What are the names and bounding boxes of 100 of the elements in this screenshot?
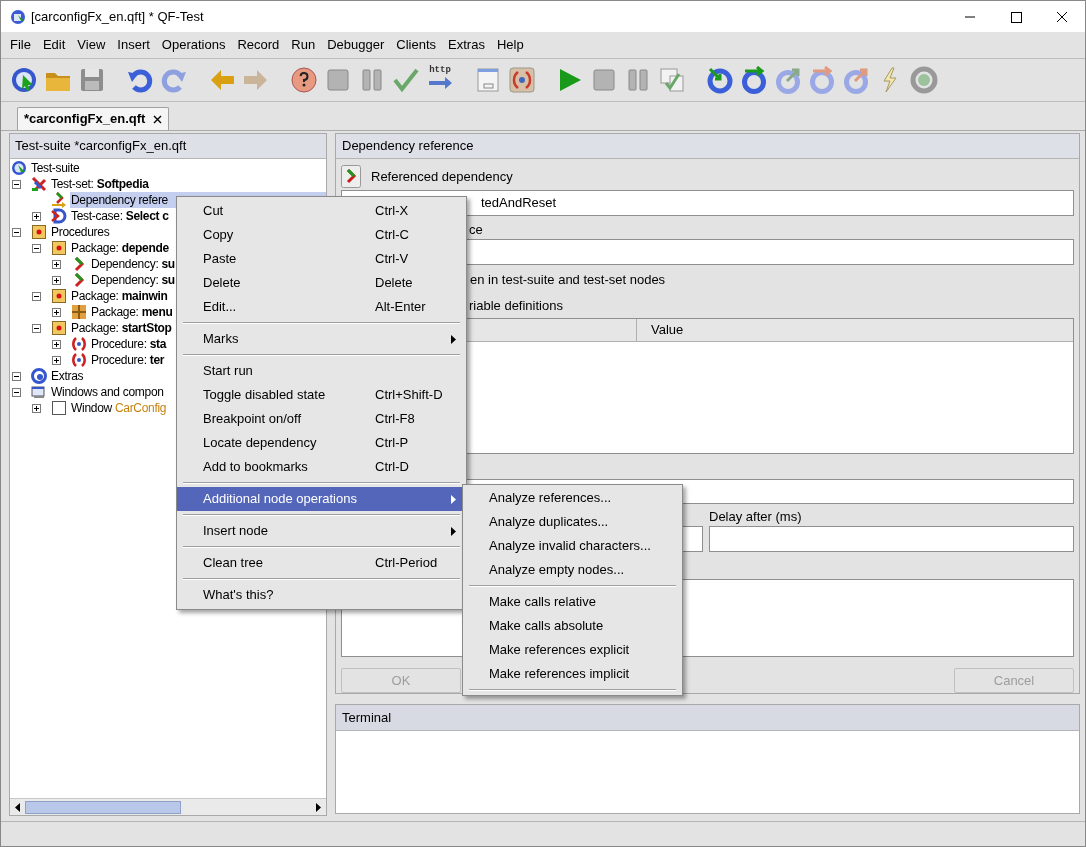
procedure-icon[interactable] <box>508 66 536 94</box>
expand-icon[interactable] <box>32 211 41 221</box>
menu-item[interactable]: Paste Ctrl-V <box>177 247 466 271</box>
menu-item[interactable]: Locate dependency Ctrl-P <box>177 431 466 455</box>
suite-icon[interactable] <box>10 66 38 94</box>
menu-item[interactable]: Help <box>490 32 530 58</box>
expand-icon[interactable] <box>52 355 61 365</box>
package-icon <box>31 224 47 240</box>
menu-item[interactable]: Delete Delete <box>177 271 466 295</box>
menu-item[interactable]: Run <box>285 32 322 58</box>
menu-item[interactable]: Marks <box>177 327 466 351</box>
tree-item[interactable]: Package: menu <box>90 304 174 320</box>
menu-item[interactable]: Record <box>231 32 286 58</box>
menu-item[interactable]: Analyze duplicates... <box>463 510 682 534</box>
menu-item[interactable]: View <box>71 32 112 58</box>
shortcut-text: Alt-Enter <box>375 298 426 317</box>
menu-item[interactable]: Toggle disabled state Ctrl+Shift-D <box>177 383 466 407</box>
tree-item[interactable]: Package: mainwin <box>70 288 169 304</box>
dependency-icon[interactable] <box>341 165 361 188</box>
menu-item[interactable]: Copy Ctrl-C <box>177 223 466 247</box>
step-into-icon[interactable] <box>706 66 734 94</box>
tree-item[interactable]: Windows and compon <box>50 384 165 400</box>
collapse-icon[interactable] <box>32 323 41 333</box>
menu-item[interactable]: Extras <box>442 32 491 58</box>
menu-item[interactable]: Make references explicit <box>463 638 682 662</box>
tree-item[interactable]: Procedures <box>50 224 111 240</box>
undo-icon[interactable] <box>126 66 154 94</box>
expand-icon[interactable] <box>32 403 41 413</box>
stop-icon[interactable] <box>590 66 618 94</box>
right-arrow-icon[interactable] <box>428 76 452 89</box>
tree-item[interactable]: Test-suite <box>30 160 81 176</box>
collapse-icon[interactable] <box>12 179 21 189</box>
menu-item[interactable]: Make calls relative <box>463 590 682 614</box>
tree-item[interactable]: Window CarConfig <box>70 400 168 416</box>
extras-icon <box>31 368 47 384</box>
menu-item[interactable]: Clean tree Ctrl-Period <box>177 551 466 575</box>
tree-item[interactable]: Procedure: ter <box>90 352 166 368</box>
file-tab[interactable]: *carconfigFx_en.qft <box>17 107 170 130</box>
menu-item[interactable]: Edit... Alt-Enter <box>177 295 466 319</box>
menu-item[interactable]: Breakpoint on/off Ctrl-F8 <box>177 407 466 431</box>
collapse-icon[interactable] <box>12 227 21 237</box>
menu-item[interactable]: Add to bookmarks Ctrl-D <box>177 455 466 479</box>
tree-item[interactable]: Test-set: Softpedia <box>50 176 150 192</box>
dependency-reference-icon <box>51 192 67 208</box>
field-label: riable definitions <box>469 297 563 316</box>
test-set-icon <box>31 176 47 192</box>
http-label: http <box>429 65 451 76</box>
help-icon[interactable] <box>290 66 318 94</box>
tree-item[interactable]: Test-case: Select c <box>70 208 170 224</box>
collapse-icon[interactable] <box>12 387 21 397</box>
close-icon[interactable] <box>153 114 163 124</box>
checklist-icon[interactable] <box>658 66 686 94</box>
menu-item[interactable]: Insert node <box>177 519 466 543</box>
tree-item[interactable]: Extras <box>50 368 85 384</box>
record-icon[interactable] <box>910 66 938 94</box>
collapse-icon[interactable] <box>12 371 21 381</box>
panel-title: Terminal <box>336 705 1079 731</box>
menu-item[interactable]: Clients <box>390 32 443 58</box>
tree-item[interactable]: Dependency: su <box>90 272 176 288</box>
menu-item[interactable]: Make calls absolute <box>463 614 682 638</box>
shortcut-text: Ctrl-Period <box>375 554 438 573</box>
menu-item[interactable]: Insert <box>111 32 156 58</box>
shortcut-text: Ctrl-P <box>375 434 409 453</box>
field-value: tedAndReset <box>481 194 557 213</box>
tree-item[interactable]: Package: depende <box>70 240 170 256</box>
menu-item[interactable]: Edit <box>36 32 72 58</box>
shortcut-text: Ctrl-C <box>375 226 409 245</box>
horizontal-scrollbar[interactable] <box>10 798 326 815</box>
checkmark-icon[interactable] <box>392 66 420 94</box>
menu-item[interactable]: Start run <box>177 359 466 383</box>
menu-item[interactable]: Debugger <box>321 32 391 58</box>
dialog-window-icon[interactable] <box>474 66 502 94</box>
expand-icon[interactable] <box>52 259 61 269</box>
procedure-icon <box>71 352 87 368</box>
tree-item[interactable]: Procedure: sta <box>90 336 168 352</box>
menu-item[interactable]: File <box>4 32 37 58</box>
scrollbar-thumb[interactable] <box>25 800 181 814</box>
package-icon <box>51 240 67 256</box>
app-icon <box>10 8 26 25</box>
collapse-icon[interactable] <box>32 243 41 253</box>
tree-item[interactable]: Package: startStop <box>70 320 173 336</box>
menu-item[interactable]: Make references implicit <box>463 662 682 686</box>
menu-item[interactable]: What's this? <box>177 583 466 607</box>
collapse-icon[interactable] <box>32 291 41 301</box>
expand-icon[interactable] <box>52 339 61 349</box>
procedure-icon <box>71 336 87 352</box>
step-over-icon[interactable] <box>740 66 768 94</box>
shortcut-text: Ctrl-V <box>375 250 409 269</box>
save-icon[interactable] <box>78 66 106 94</box>
field-label: Referenced dependency <box>371 167 513 186</box>
menu-item[interactable]: Operations <box>155 32 232 58</box>
expand-icon[interactable] <box>52 275 61 285</box>
tree-item[interactable]: Dependency: su <box>90 256 176 272</box>
menu-item[interactable]: Analyze invalid characters... <box>463 534 682 558</box>
expand-icon[interactable] <box>52 307 61 317</box>
package-icon <box>51 288 67 304</box>
menu-item[interactable]: Analyze empty nodes... <box>463 558 682 582</box>
menu-item[interactable]: Analyze references... <box>463 486 682 510</box>
stop-icon[interactable] <box>324 66 352 94</box>
delay-after-field[interactable] <box>709 526 1074 552</box>
